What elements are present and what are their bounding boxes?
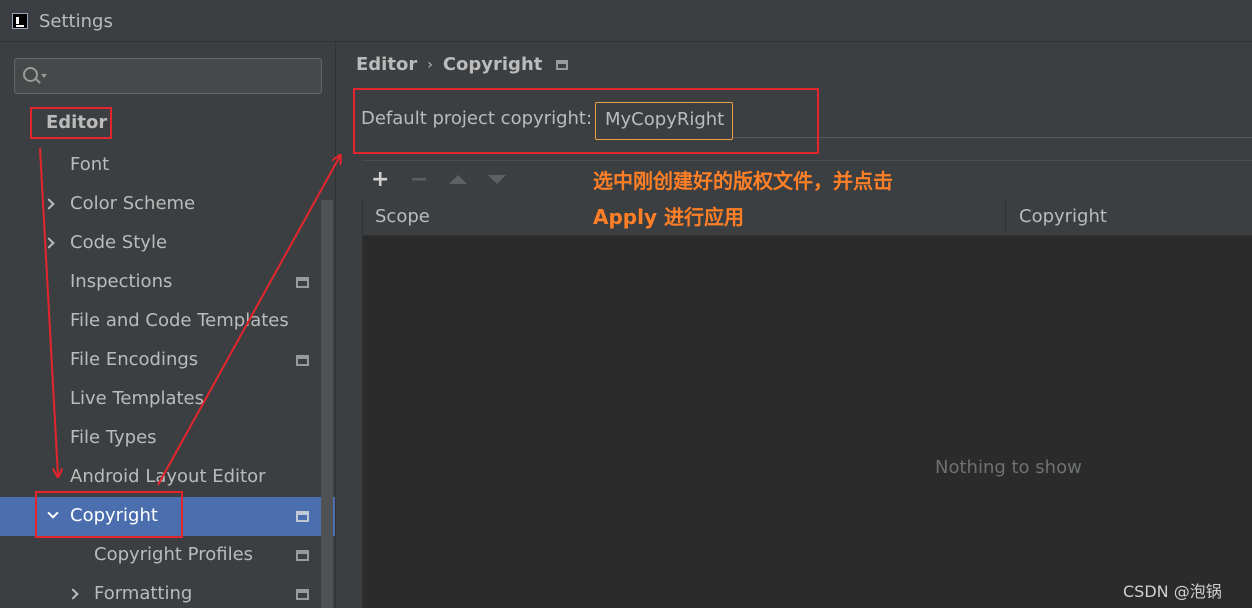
breadcrumb-current: Copyright xyxy=(442,54,543,75)
breadcrumb-separator: › xyxy=(427,56,433,73)
sidebar-item-color-scheme[interactable]: Color Scheme xyxy=(0,185,320,224)
search-options-chevron-icon[interactable] xyxy=(41,74,47,78)
sidebar-item-label: Inspections xyxy=(70,271,173,292)
sidebar-item-label: File Types xyxy=(70,427,157,448)
watermark: CSDN @泡锅 xyxy=(1123,582,1222,601)
sidebar-item-file-encodings[interactable]: File Encodings xyxy=(0,341,320,380)
settings-search-input[interactable] xyxy=(14,58,322,94)
annotation-box-default-copyright xyxy=(353,88,819,154)
sidebar-item-code-style[interactable]: Code Style xyxy=(0,224,320,263)
move-down-icon[interactable] xyxy=(488,175,506,184)
annotation-box-copyright xyxy=(35,491,183,538)
sidebar-item-label: Formatting xyxy=(94,583,193,604)
remove-icon[interactable]: − xyxy=(410,169,428,191)
project-scope-icon xyxy=(556,59,569,70)
sidebar-item-file-types[interactable]: File Types xyxy=(0,419,320,458)
sidebar-item-label: Font xyxy=(70,154,110,175)
title-bar: Settings xyxy=(0,0,1252,42)
sidebar-scrollbar[interactable] xyxy=(321,200,333,608)
chevron-right-icon[interactable] xyxy=(67,588,79,600)
project-scope-icon xyxy=(296,355,309,366)
sidebar-item-formatting[interactable]: Formatting xyxy=(0,575,320,608)
sidebar-item-inspections[interactable]: Inspections xyxy=(0,263,320,302)
project-scope-icon xyxy=(296,589,309,600)
project-scope-icon xyxy=(296,511,309,522)
sidebar-item-label: File Encodings xyxy=(70,349,199,370)
sidebar-item-live-templates[interactable]: Live Templates xyxy=(0,380,320,419)
breadcrumb-parent[interactable]: Editor xyxy=(356,54,417,75)
annotation-line: Apply 进行应用 xyxy=(593,205,744,229)
annotation-line: 选中刚创建好的版权文件，并点击 xyxy=(593,169,893,193)
add-icon[interactable]: + xyxy=(371,169,389,191)
breadcrumb: Editor › Copyright xyxy=(356,54,569,75)
project-scope-icon xyxy=(296,550,309,561)
column-header-label: Scope xyxy=(375,206,430,227)
search-icon xyxy=(23,67,38,82)
sidebar-item-label: Copyright Profiles xyxy=(94,544,254,565)
move-up-icon[interactable] xyxy=(449,175,467,184)
chevron-right-icon[interactable] xyxy=(43,237,55,249)
chevron-right-icon[interactable] xyxy=(43,198,55,210)
annotation-box-editor xyxy=(30,107,112,139)
scope-copyright-table[interactable]: Scope Copyright Nothing to show xyxy=(362,198,1252,608)
column-header-copyright[interactable]: Copyright xyxy=(1007,198,1252,236)
sidebar-item-label: File and Code Templates xyxy=(70,310,289,331)
annotation-note: 选中刚创建好的版权文件，并点击 Apply 进行应用 xyxy=(593,163,893,235)
intellij-app-icon xyxy=(12,13,28,29)
sidebar-item-label: Android Layout Editor xyxy=(70,466,266,487)
project-scope-icon xyxy=(296,277,309,288)
column-header-label: Copyright xyxy=(1019,206,1107,227)
sidebar-item-label: Code Style xyxy=(70,232,168,253)
sidebar-item-label: Live Templates xyxy=(70,388,204,409)
table-empty-text: Nothing to show xyxy=(935,457,1082,478)
sidebar-item-file-and-code-templates[interactable]: File and Code Templates xyxy=(0,302,320,341)
sidebar-item-font[interactable]: Font xyxy=(0,146,320,185)
sidebar-item-copyright-profiles[interactable]: Copyright Profiles xyxy=(0,536,320,575)
sidebar-item-label: Color Scheme xyxy=(70,193,196,214)
window-title: Settings xyxy=(39,11,113,32)
